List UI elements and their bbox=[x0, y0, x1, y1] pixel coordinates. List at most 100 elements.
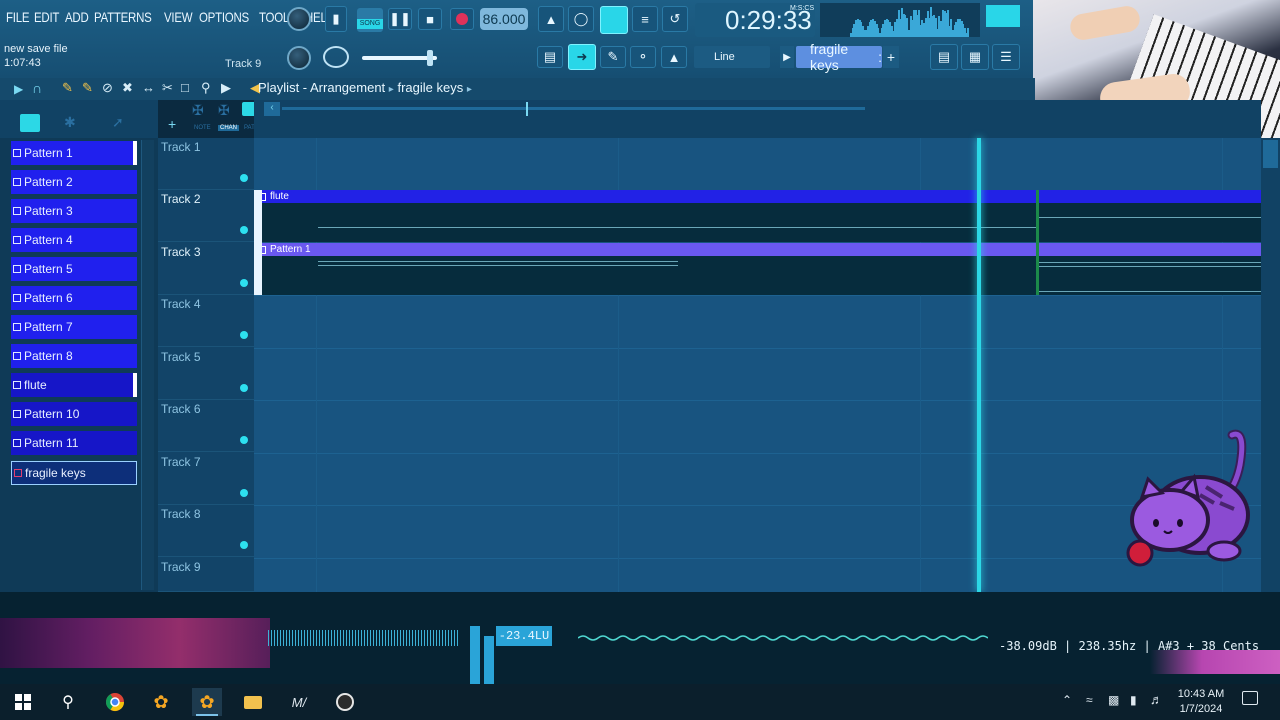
microphone-icon[interactable]: ▮ bbox=[1130, 693, 1137, 707]
track-mute-led[interactable] bbox=[240, 279, 248, 287]
clip-flute[interactable]: flute bbox=[254, 190, 1261, 242]
musescore-icon[interactable]: M/ bbox=[284, 688, 314, 716]
scroll-position-marker[interactable] bbox=[526, 102, 528, 116]
add-track-icon[interactable]: + bbox=[168, 116, 176, 132]
pause-icon[interactable]: ❚❚ bbox=[388, 8, 412, 30]
master-slider-track[interactable] bbox=[362, 56, 437, 60]
pattern-item[interactable]: flute bbox=[11, 373, 137, 397]
track-header[interactable]: Track 7 bbox=[158, 453, 254, 505]
picker-audio-icon[interactable]: ✱ bbox=[64, 114, 76, 131]
snap-selector[interactable]: Line bbox=[694, 46, 770, 68]
pattern-item[interactable]: Pattern 6 bbox=[11, 286, 137, 310]
menu-view[interactable]: VIEW bbox=[164, 9, 193, 25]
chrome-icon[interactable] bbox=[100, 688, 130, 716]
ruler-tool-icon-1[interactable]: ✠ bbox=[192, 102, 204, 119]
track-header[interactable]: Track 9 bbox=[158, 558, 254, 592]
horizontal-scrollbar[interactable] bbox=[282, 107, 865, 110]
track-header[interactable]: Track 3 bbox=[158, 243, 254, 295]
track-header[interactable]: Track 1 bbox=[158, 138, 254, 190]
pattern-item[interactable]: Pattern 8 bbox=[11, 344, 137, 368]
metronome-icon[interactable]: ▲ bbox=[538, 6, 564, 32]
pattern-item-selected[interactable]: fragile keys bbox=[11, 461, 137, 485]
piano-roll-icon[interactable]: ▤ bbox=[537, 46, 563, 68]
playlist-menu-icon[interactable]: ▶ bbox=[14, 82, 23, 96]
tempo-display[interactable]: 86.000 bbox=[480, 8, 528, 30]
track-header[interactable]: Track 4 bbox=[158, 295, 254, 347]
vertical-scrollbar[interactable] bbox=[1261, 138, 1280, 592]
menu-options[interactable]: OPTIONS bbox=[199, 9, 249, 25]
picker-scrollbar[interactable] bbox=[141, 140, 154, 590]
magnet-icon[interactable]: ∩ bbox=[32, 80, 42, 96]
picker-automation-icon[interactable]: ➚ bbox=[112, 114, 124, 131]
draw-tool-icon[interactable]: ✎ bbox=[62, 80, 73, 96]
pat-song-toggle[interactable]: SONG bbox=[357, 8, 383, 32]
pattern-item[interactable]: Pattern 1 bbox=[11, 141, 137, 165]
pattern-selector[interactable]: fragile keys : bbox=[796, 41, 882, 73]
toggle-chan[interactable]: CHAN bbox=[218, 125, 240, 131]
track-mute-led[interactable] bbox=[240, 436, 248, 444]
playback-tool-icon[interactable]: ▶ bbox=[221, 80, 231, 96]
fl-studio-icon[interactable]: ✿ bbox=[146, 688, 176, 716]
notification-icon[interactable] bbox=[1242, 691, 1258, 705]
master-slider-thumb[interactable] bbox=[427, 50, 433, 66]
network-icon[interactable]: ▩ bbox=[1108, 693, 1119, 707]
zoom-tool-icon[interactable]: ⚲ bbox=[201, 80, 211, 96]
menu-add[interactable]: ADD bbox=[65, 9, 89, 25]
ruler-tool-icon-2[interactable]: ✠ bbox=[218, 102, 230, 119]
delete-tool-icon[interactable]: ⊘ bbox=[102, 80, 113, 96]
mic-icon[interactable]: ▮ bbox=[325, 6, 347, 32]
pattern-item[interactable]: Pattern 4 bbox=[11, 228, 137, 252]
folder-icon[interactable] bbox=[238, 688, 268, 716]
blend-notes-icon[interactable]: ≡ bbox=[632, 6, 658, 32]
vertical-scroll-thumb[interactable] bbox=[1263, 140, 1278, 168]
system-clock[interactable]: 10:43 AM 1/7/2024 bbox=[1170, 687, 1232, 717]
link-icon[interactable]: ⚬ bbox=[630, 46, 656, 68]
countdown-toggle[interactable] bbox=[600, 6, 628, 34]
track-mute-led[interactable] bbox=[240, 174, 248, 182]
pattern-item[interactable]: Pattern 7 bbox=[11, 315, 137, 339]
add-pattern-button[interactable]: + bbox=[883, 46, 899, 68]
picker-pattern-icon[interactable] bbox=[20, 114, 40, 132]
playlist-arrow-icon[interactable]: ➜ bbox=[568, 44, 596, 70]
timeline-ruler[interactable] bbox=[254, 100, 1261, 138]
pattern-item[interactable]: Pattern 11 bbox=[11, 431, 137, 455]
track-header[interactable]: Track 2 bbox=[158, 190, 254, 242]
fl-studio-active-icon[interactable]: ✿ bbox=[192, 688, 222, 716]
pattern-item[interactable]: Pattern 5 bbox=[11, 257, 137, 281]
chat-bubble-icon[interactable] bbox=[323, 46, 349, 68]
brush-icon[interactable]: ✎ bbox=[600, 46, 626, 68]
browser-icon[interactable]: ☰ bbox=[992, 44, 1020, 70]
stamp-icon[interactable]: ▲ bbox=[661, 46, 687, 68]
track-mute-led[interactable] bbox=[240, 489, 248, 497]
stop-icon[interactable]: ■ bbox=[418, 8, 442, 30]
slip-tool-icon[interactable]: ↔ bbox=[142, 80, 155, 95]
pattern-item[interactable]: Pattern 3 bbox=[11, 199, 137, 223]
track-header[interactable]: Track 6 bbox=[158, 400, 254, 452]
loop-start-marker[interactable] bbox=[254, 190, 262, 295]
channel-rack-icon[interactable]: ▦ bbox=[961, 44, 989, 70]
record-icon[interactable] bbox=[450, 8, 474, 30]
mixer-icon[interactable]: ▤ bbox=[930, 44, 958, 70]
track-mute-led[interactable] bbox=[240, 226, 248, 234]
loop-record-icon[interactable]: ↺ bbox=[662, 6, 688, 32]
scroll-left-icon[interactable]: ‹ bbox=[264, 102, 280, 116]
wifi-icon[interactable]: ≈ bbox=[1086, 693, 1093, 707]
toggle-note[interactable]: NOTE bbox=[194, 125, 211, 131]
paint-tool-icon[interactable]: ✎ bbox=[82, 80, 93, 96]
volume-icon[interactable]: ♬ bbox=[1150, 692, 1163, 707]
slice-tool-icon[interactable]: ✂ bbox=[162, 80, 173, 96]
pattern-item[interactable]: Pattern 10 bbox=[11, 402, 137, 426]
wait-input-icon[interactable]: ◯ bbox=[568, 6, 594, 32]
track-header[interactable]: Track 8 bbox=[158, 505, 254, 557]
menu-file[interactable]: FILE bbox=[6, 9, 30, 25]
mute-tool-icon[interactable]: ✖ bbox=[122, 80, 133, 96]
search-icon[interactable]: ⚲ bbox=[53, 688, 83, 716]
pattern-prev-icon[interactable]: ▶ bbox=[780, 46, 794, 68]
select-tool-icon[interactable]: □ bbox=[181, 80, 189, 95]
track-header[interactable]: Track 5 bbox=[158, 348, 254, 400]
obs-icon[interactable] bbox=[330, 688, 360, 716]
chevron-up-icon[interactable]: ⌃ bbox=[1062, 693, 1072, 707]
master-volume-knob[interactable] bbox=[287, 7, 311, 31]
playhead[interactable] bbox=[977, 138, 981, 592]
windows-icon[interactable] bbox=[8, 688, 38, 716]
